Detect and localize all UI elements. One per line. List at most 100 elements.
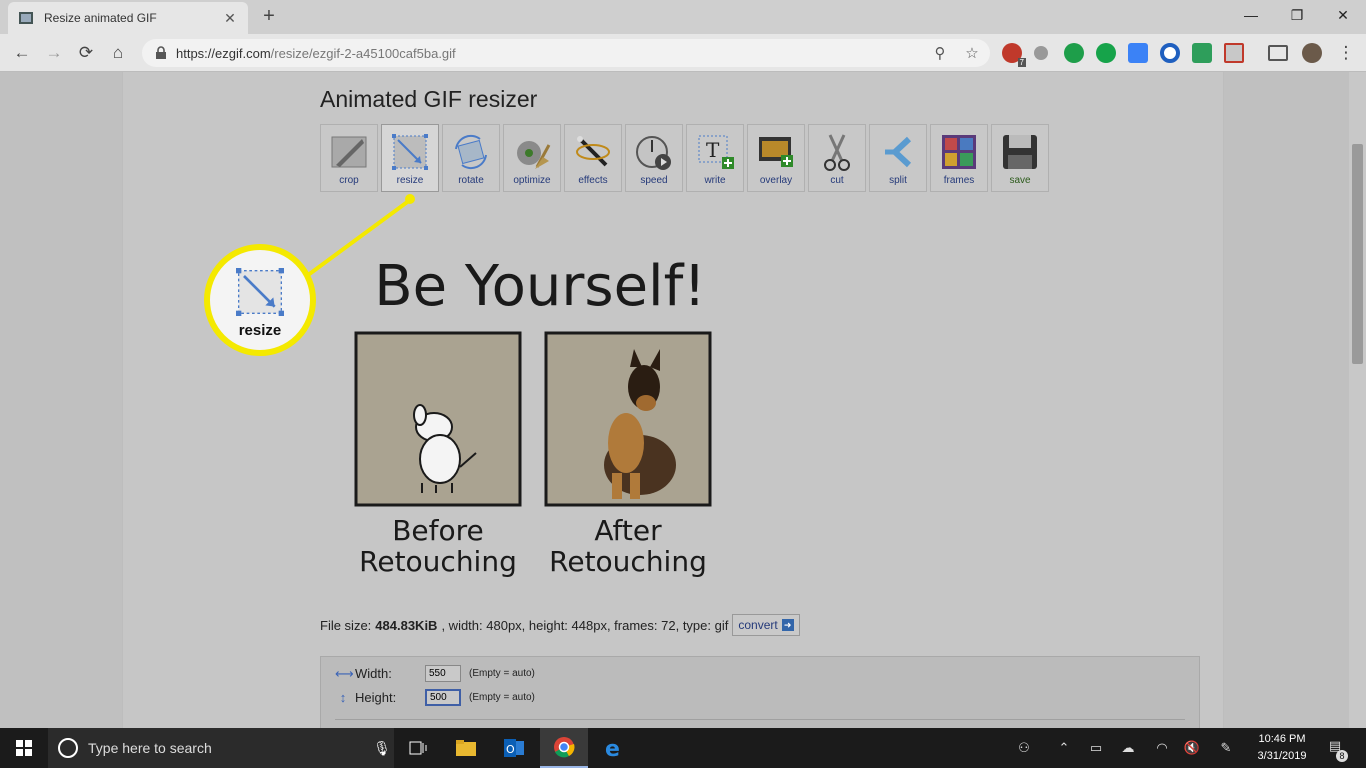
home-icon[interactable]: ⌂ [104, 39, 132, 67]
extension-green-icon[interactable] [1192, 43, 1212, 63]
frames-icon [942, 135, 976, 169]
resize-form: ⟷ Width: (Empty = auto) ↕ Height: (Empty… [320, 656, 1200, 728]
extension-o-icon[interactable] [1160, 43, 1180, 63]
convert-arrow-icon: ➜ [781, 619, 794, 631]
grammarly-icon[interactable] [1096, 43, 1116, 63]
svg-text:O: O [506, 743, 515, 756]
width-input[interactable] [425, 665, 461, 682]
close-window-button[interactable]: ✕ [1320, 0, 1366, 30]
browser-toolbar: ← → ⟳ ⌂ https://ezgif.com/resize/ezgif-2… [0, 34, 1366, 72]
address-bar[interactable]: https://ezgif.com/resize/ezgif-2-a45100c… [142, 39, 990, 67]
page-viewport: Animated GIF resizer crop resize rotate … [0, 72, 1366, 728]
people-icon[interactable]: ⚇ [1014, 738, 1034, 758]
adblock-badge: 7 [1017, 58, 1026, 67]
tool-label: overlay [759, 175, 793, 186]
file-info-details: , width: 480px, height: 448px, frames: 7… [441, 617, 729, 633]
tool-label: optimize [513, 175, 551, 186]
lock-icon [156, 46, 166, 59]
start-button[interactable] [0, 728, 48, 768]
battery-icon[interactable]: ▭ [1086, 738, 1106, 758]
browser-tab[interactable]: Resize animated GIF ✕ [8, 2, 248, 34]
cortana-icon [58, 738, 78, 758]
google-drive-icon[interactable] [1128, 43, 1148, 63]
chrome-icon[interactable] [540, 728, 588, 768]
after-caption-line1: After [594, 514, 662, 547]
width-hint: (Empty = auto) [469, 668, 535, 679]
windows-taskbar: Type here to search 🎙 O e ⚇ ⌃ ▭ ☁ ◠ 🔇 ✎ … [0, 728, 1366, 768]
cast-icon[interactable] [1268, 45, 1288, 61]
tool-frames[interactable]: frames [930, 124, 988, 192]
resize-callout: resize [204, 244, 316, 356]
scrollbar-thumb[interactable] [1352, 144, 1363, 364]
browser-tab-bar: Resize animated GIF ✕ + — ❐ ✕ [0, 0, 1366, 34]
file-info: File size: 484.83KiB , width: 480px, hei… [320, 614, 800, 636]
vertical-scrollbar[interactable] [1349, 72, 1366, 728]
form-divider [335, 719, 1185, 720]
edge-icon[interactable]: e [590, 728, 638, 768]
file-info-prefix: File size: [320, 617, 372, 633]
tool-crop[interactable]: crop [320, 124, 378, 192]
vertical-arrow-icon: ↕ [339, 690, 347, 705]
wifi-icon[interactable]: ◠ [1152, 738, 1172, 758]
tool-save[interactable]: save [991, 124, 1049, 192]
extension-gray-icon[interactable] [1034, 46, 1048, 60]
profile-avatar[interactable] [1302, 43, 1322, 63]
svg-text:T: T [706, 138, 720, 162]
back-icon[interactable]: ← [8, 39, 36, 67]
crop-icon [331, 136, 367, 168]
tool-resize[interactable]: resize [381, 124, 439, 192]
optimize-icon [517, 141, 551, 169]
task-view-icon[interactable] [394, 728, 442, 768]
file-explorer-icon[interactable] [442, 728, 490, 768]
reload-icon[interactable]: ⟳ [72, 39, 100, 67]
tool-split[interactable]: split [869, 124, 927, 192]
before-caption-line1: Before [392, 514, 484, 547]
resize-icon [392, 134, 428, 170]
width-row: ⟷ Width: (Empty = auto) [335, 665, 535, 682]
tool-strip: crop resize rotate optimize effects spee… [320, 124, 1052, 194]
outlook-icon[interactable]: O [490, 728, 538, 768]
new-tab-button[interactable]: + [258, 6, 280, 26]
onedrive-icon[interactable]: ☁ [1118, 738, 1138, 758]
tool-speed[interactable]: speed [625, 124, 683, 192]
restore-button[interactable]: ❐ [1274, 0, 1320, 30]
tool-effects[interactable]: effects [564, 124, 622, 192]
action-center-icon[interactable]: ▤ 8 [1324, 738, 1348, 762]
height-label: Height: [355, 690, 397, 705]
minimize-button[interactable]: — [1228, 0, 1274, 30]
forward-icon[interactable]: → [40, 39, 68, 67]
bookmark-star-icon[interactable]: ☆ [960, 39, 984, 67]
convert-button[interactable]: convert ➜ [732, 614, 800, 636]
show-hidden-icons-icon[interactable]: ⌃ [1054, 738, 1074, 758]
url-host: https://ezgif.com [176, 45, 271, 61]
before-caption-line2: Retouching [359, 545, 517, 578]
tool-cut[interactable]: cut [808, 124, 866, 192]
pen-icon[interactable]: ✎ [1216, 738, 1236, 758]
notification-count: 8 [1336, 750, 1348, 762]
tool-overlay[interactable]: overlay [747, 124, 805, 192]
clock-time: 10:46 PM [1258, 733, 1306, 745]
volume-muted-icon[interactable]: 🔇 [1182, 738, 1202, 758]
tool-rotate[interactable]: rotate [442, 124, 500, 192]
tab-title: Resize animated GIF [44, 11, 157, 25]
taskbar-search[interactable]: Type here to search 🎙 [48, 728, 394, 768]
zoom-icon[interactable]: ⚲ [928, 39, 952, 67]
tool-label: effects [578, 175, 608, 186]
height-input[interactable] [425, 689, 461, 706]
adblock-icon[interactable]: 7 [1002, 43, 1026, 67]
tool-label: frames [943, 175, 975, 186]
tool-optimize[interactable]: optimize [503, 124, 561, 192]
hangouts-icon[interactable] [1064, 43, 1084, 63]
horizontal-arrow-icon: ⟷ [335, 665, 354, 681]
tab-close-icon[interactable]: ✕ [222, 10, 238, 27]
tool-write[interactable]: T write [686, 124, 744, 192]
cut-icon [824, 134, 850, 171]
taskbar-clock[interactable]: 10:46 PM 3/31/2019 [1252, 731, 1312, 765]
pdf-icon[interactable] [1224, 43, 1244, 63]
rotate-icon [455, 134, 487, 170]
tool-label: split [889, 175, 907, 186]
microphone-icon[interactable]: 🎙 [370, 740, 394, 757]
tool-label: write [704, 175, 726, 186]
menu-icon[interactable]: ⋮ [1332, 39, 1360, 67]
gif-preview-image: Be Yourself! Before Retouching After Ret… [354, 254, 712, 578]
